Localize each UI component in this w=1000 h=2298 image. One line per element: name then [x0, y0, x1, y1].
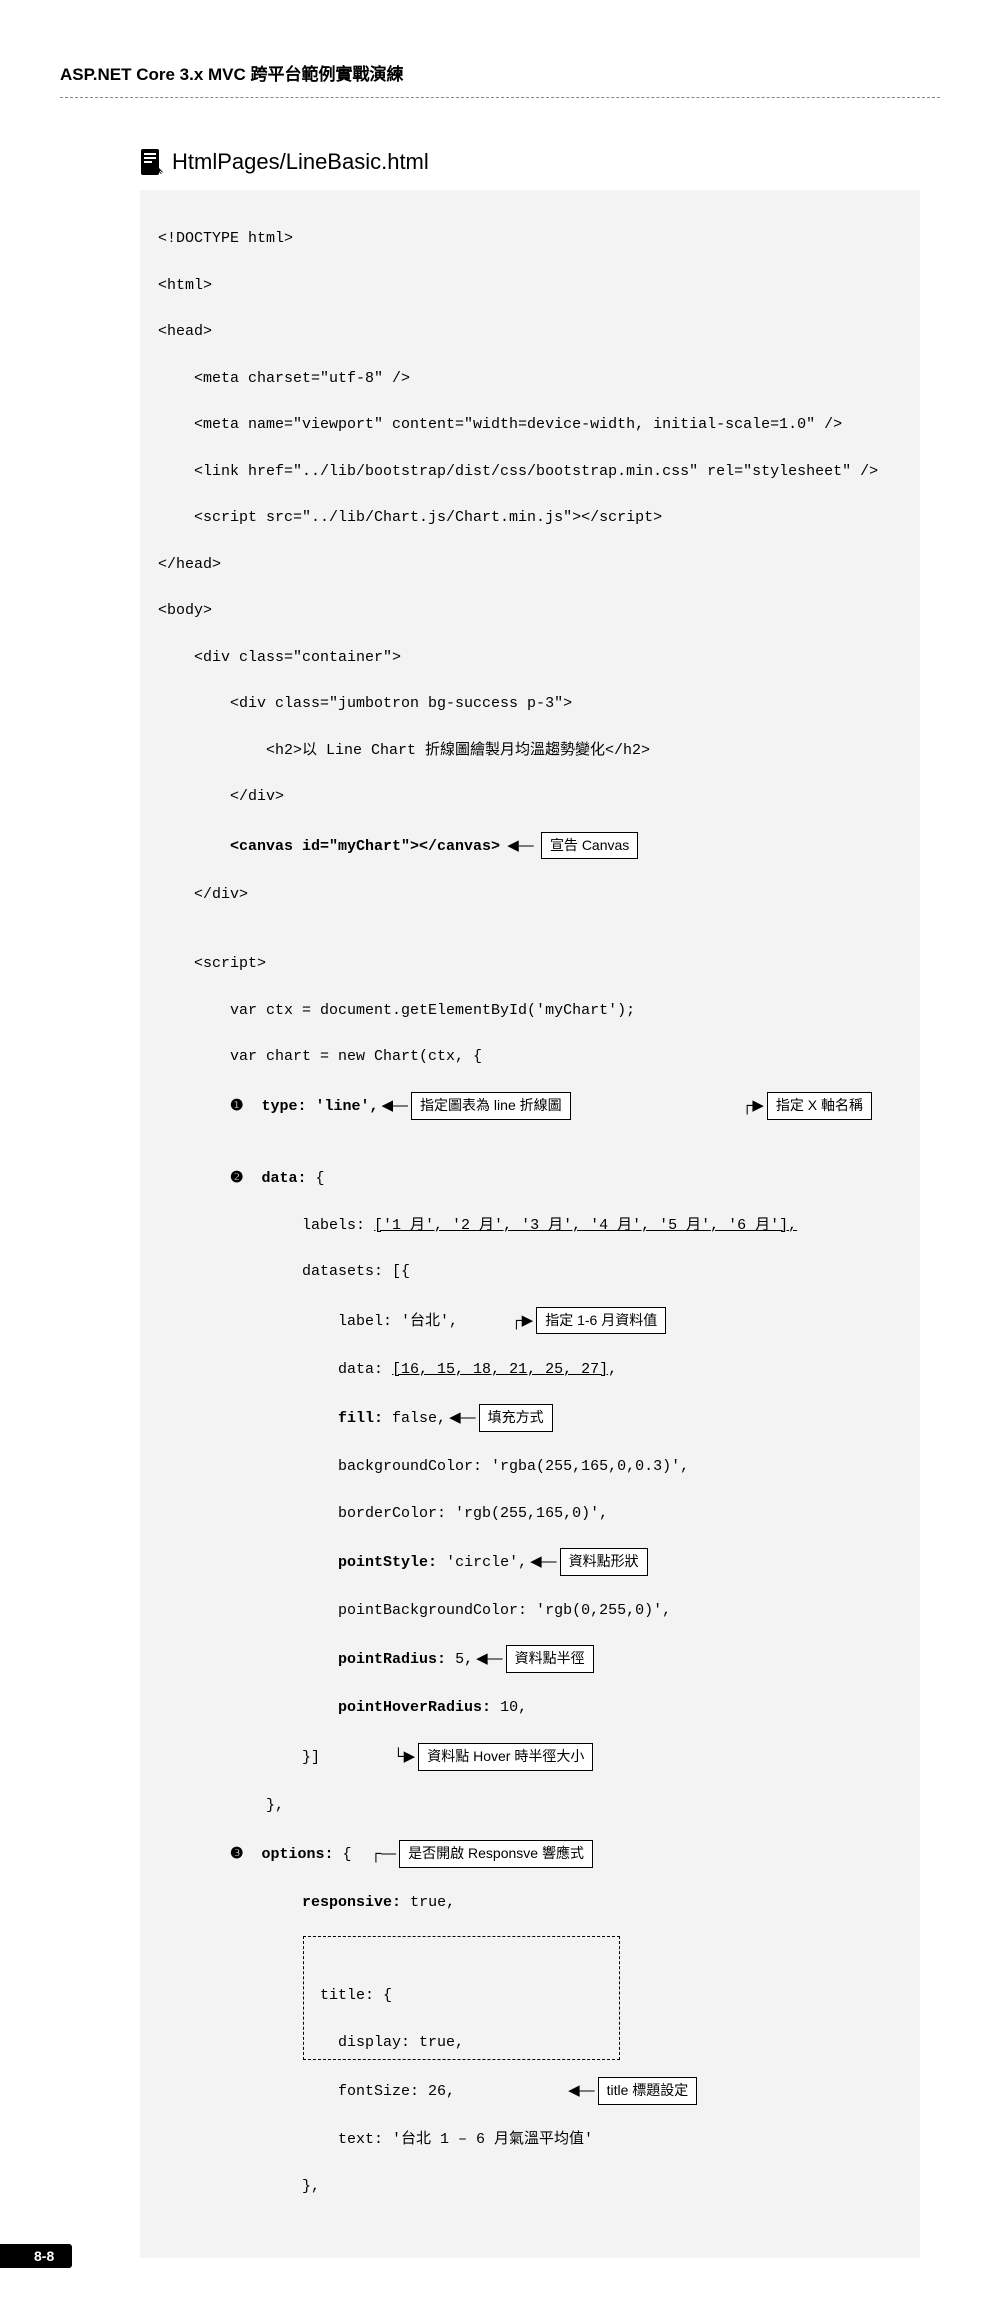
code-line: fill: false,◀—填充方式: [158, 1404, 902, 1432]
code-line: datasets: [{: [158, 1260, 902, 1283]
code-line: text: '台北 1 – 6 月氣溫平均值': [158, 2128, 902, 2151]
code-line: label: '台北',┌▶指定 1-6 月資料值: [158, 1307, 902, 1335]
code-line: var chart = new Chart(ctx, {: [158, 1045, 902, 1068]
code-line: },: [158, 2175, 902, 2198]
code-line: <head>: [158, 320, 902, 343]
code-line: fontSize: 26,◀—title 標題設定: [158, 2077, 902, 2105]
callout-data: 指定 1-6 月資料值: [536, 1307, 666, 1335]
code-line: },: [158, 1794, 902, 1817]
code-line: <script src="../lib/Chart.js/Chart.min.j…: [158, 506, 902, 529]
arrow-left-icon: ◀—: [527, 1550, 560, 1573]
code-line: title: {: [158, 1938, 902, 2008]
code-line: <canvas id="myChart"></canvas> ◀— 宣告 Can…: [158, 832, 902, 860]
code-line: <!DOCTYPE html>: [158, 227, 902, 250]
page-header: ASP.NET Core 3.x MVC 跨平台範例實戰演練: [60, 60, 940, 85]
callout-type: 指定圖表為 line 折線圖: [411, 1092, 571, 1120]
code-line: <body>: [158, 599, 902, 622]
arrow-up-icon: └▶: [390, 1745, 418, 1768]
code-block: <!DOCTYPE html> <html> <head> <meta char…: [140, 190, 920, 2258]
arrow-left-icon: ◀—: [500, 834, 541, 857]
arrow-left-icon: ◀—: [379, 1094, 412, 1117]
callout-xaxis: 指定 X 軸名稱: [767, 1092, 872, 1120]
code-line: </head>: [158, 553, 902, 576]
callout-title: title 標題設定: [598, 2077, 698, 2105]
callout-pointstyle: 資料點形狀: [560, 1548, 648, 1576]
code-line: pointStyle: 'circle',◀—資料點形狀: [158, 1548, 902, 1576]
code-line: ❷ data: {: [158, 1166, 902, 1190]
code-line: <meta charset="utf-8" />: [158, 367, 902, 390]
divider: [60, 97, 940, 98]
code-line: responsive: true,: [158, 1891, 902, 1914]
code-line: <link href="../lib/bootstrap/dist/css/bo…: [158, 460, 902, 483]
callout-responsive: 是否開啟 Responsve 響應式: [399, 1840, 593, 1868]
code-line: <div class="jumbotron bg-success p-3">: [158, 692, 902, 715]
arrow-left-icon: ◀—: [565, 2079, 598, 2102]
code-line: borderColor: 'rgb(255,165,0)',: [158, 1502, 902, 1525]
code-line: pointRadius: 5,◀—資料點半徑: [158, 1645, 902, 1673]
code-line: pointHoverRadius: 10,: [158, 1696, 902, 1719]
code-line: </div>: [158, 883, 902, 906]
callout-pointhover: 資料點 Hover 時半徑大小: [418, 1743, 593, 1771]
arrow-down-icon: ┌▶: [508, 1309, 536, 1332]
arrow-down-icon: ┌—: [368, 1842, 400, 1865]
code-line: <div class="container">: [158, 646, 902, 669]
code-line: <meta name="viewport" content="width=dev…: [158, 413, 902, 436]
page-number: 8-8: [0, 2244, 72, 2268]
code-line: var ctx = document.getElementById('myCha…: [158, 999, 902, 1022]
file-title-text: HtmlPages/LineBasic.html: [172, 149, 429, 175]
code-line: </div>: [158, 785, 902, 808]
code-line: pointBackgroundColor: 'rgb(0,255,0)',: [158, 1599, 902, 1622]
code-line: }]└▶資料點 Hover 時半徑大小: [158, 1743, 902, 1771]
code-line: ❶ type: 'line',◀—指定圖表為 line 折線圖 ┌▶指定 X 軸…: [158, 1092, 902, 1143]
callout-canvas: 宣告 Canvas: [541, 832, 638, 860]
callout-fill: 填充方式: [479, 1404, 553, 1432]
code-line: <html>: [158, 274, 902, 297]
code-line: display: true,: [158, 2031, 902, 2054]
code-line: data: [16, 15, 18, 21, 25, 27],: [158, 1358, 902, 1381]
code-line: <script>: [158, 952, 902, 975]
file-icon: [140, 148, 164, 176]
arrow-left-icon: ◀—: [473, 1647, 506, 1670]
code-line: labels: ['1 月', '2 月', '3 月', '4 月', '5 …: [158, 1214, 902, 1237]
callout-pointradius: 資料點半徑: [506, 1645, 594, 1673]
code-line: backgroundColor: 'rgba(255,165,0,0.3)',: [158, 1455, 902, 1478]
code-line: ❸ options: {┌—是否開啟 Responsve 響應式: [158, 1840, 902, 1868]
file-title: HtmlPages/LineBasic.html: [140, 148, 940, 176]
code-line: <h2>以 Line Chart 折線圖繪製月均溫趨勢變化</h2>: [158, 739, 902, 762]
arrow-left-icon: ◀—: [446, 1406, 479, 1429]
arrow-down-icon: ┌▶: [739, 1094, 767, 1117]
